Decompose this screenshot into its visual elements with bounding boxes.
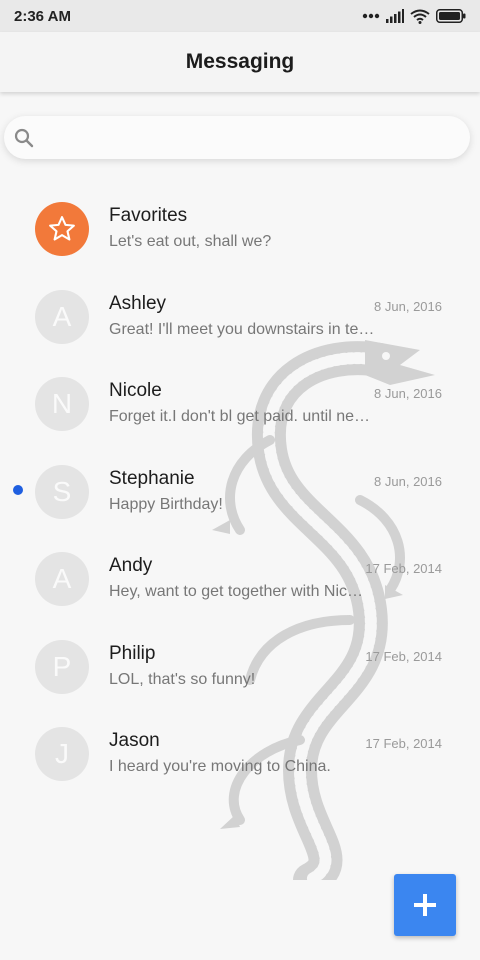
plus-icon bbox=[414, 894, 436, 916]
avatar: P bbox=[35, 639, 89, 694]
page-title: Messaging bbox=[185, 50, 295, 73]
battery-icon bbox=[436, 9, 466, 23]
status-time: 2:36 AM bbox=[14, 7, 71, 25]
unread-indicator bbox=[13, 484, 23, 495]
conversation-date: 17 Feb, 2014 bbox=[365, 561, 442, 576]
search-input[interactable] bbox=[42, 115, 470, 160]
conversation-snippet: LOL, that's so funny! bbox=[109, 670, 256, 688]
conversation-name: Ashley bbox=[109, 292, 167, 314]
conversation-date: 17 Feb, 2014 bbox=[365, 648, 442, 664]
conversation-snippet: Great! I'll meet you downstairs in te… bbox=[109, 320, 375, 338]
avatar: S bbox=[35, 464, 89, 519]
conversation-name: Favorites bbox=[109, 205, 188, 226]
search-icon bbox=[14, 128, 34, 147]
favorites-avatar bbox=[35, 202, 89, 256]
conversation-date: 8 Jun, 2016 bbox=[374, 473, 442, 489]
conversation-item-andy[interactable]: A Andy 17 Feb, 2014 Hey, want to get tog… bbox=[0, 535, 480, 623]
conversation-item-jason[interactable]: J Jason 17 Feb, 2014 I heard you're movi… bbox=[0, 710, 480, 798]
conversation-item-nicole[interactable]: N Nicole 8 Jun, 2016 Forget it.I don't b… bbox=[0, 360, 480, 448]
conversation-snippet: Let's eat out, shall we? bbox=[109, 233, 272, 250]
conversation-item-ashley[interactable]: A Ashley 8 Jun, 2016 Great! I'll meet yo… bbox=[0, 273, 480, 361]
conversation-date: 8 Jun, 2016 bbox=[374, 386, 442, 401]
conversation-name: Andy bbox=[109, 555, 153, 576]
conversation-snippet: Hey, want to get together with Nic… bbox=[109, 583, 364, 600]
conversation-snippet: I heard you're moving to China. bbox=[109, 758, 331, 775]
avatar: J bbox=[35, 727, 89, 781]
conversation-list: Favorites Let's eat out, shall we? A Ash… bbox=[0, 185, 480, 798]
avatar: N bbox=[35, 377, 89, 431]
more-dots-icon bbox=[362, 13, 380, 19]
status-bar: 2:36 AM bbox=[0, 0, 480, 32]
signal-icon bbox=[386, 9, 404, 23]
conversation-name: Stephanie bbox=[109, 467, 195, 489]
conversation-name: Jason bbox=[109, 730, 160, 751]
conversation-snippet: Happy Birthday! bbox=[109, 495, 223, 513]
avatar: A bbox=[35, 552, 89, 606]
conversation-snippet: Forget it.I don't bl get paid. until ne… bbox=[109, 408, 370, 425]
conversation-name: Nicole bbox=[109, 380, 162, 401]
search-bar[interactable] bbox=[4, 115, 470, 160]
conversation-date: 17 Feb, 2014 bbox=[365, 736, 442, 751]
app-bar: Messaging bbox=[0, 32, 480, 92]
wifi-icon bbox=[410, 9, 430, 24]
conversation-name: Philip bbox=[109, 642, 156, 664]
conversation-item-stephanie[interactable]: S Stephanie 8 Jun, 2016 Happy Birthday! bbox=[0, 448, 480, 536]
status-icons bbox=[362, 9, 466, 24]
new-message-button[interactable] bbox=[394, 874, 456, 936]
star-icon bbox=[49, 216, 75, 241]
conversation-date: 8 Jun, 2016 bbox=[374, 298, 442, 314]
avatar: A bbox=[35, 289, 89, 344]
conversation-item-favorites[interactable]: Favorites Let's eat out, shall we? bbox=[0, 185, 480, 273]
conversation-item-philip[interactable]: P Philip 17 Feb, 2014 LOL, that's so fun… bbox=[0, 623, 480, 711]
